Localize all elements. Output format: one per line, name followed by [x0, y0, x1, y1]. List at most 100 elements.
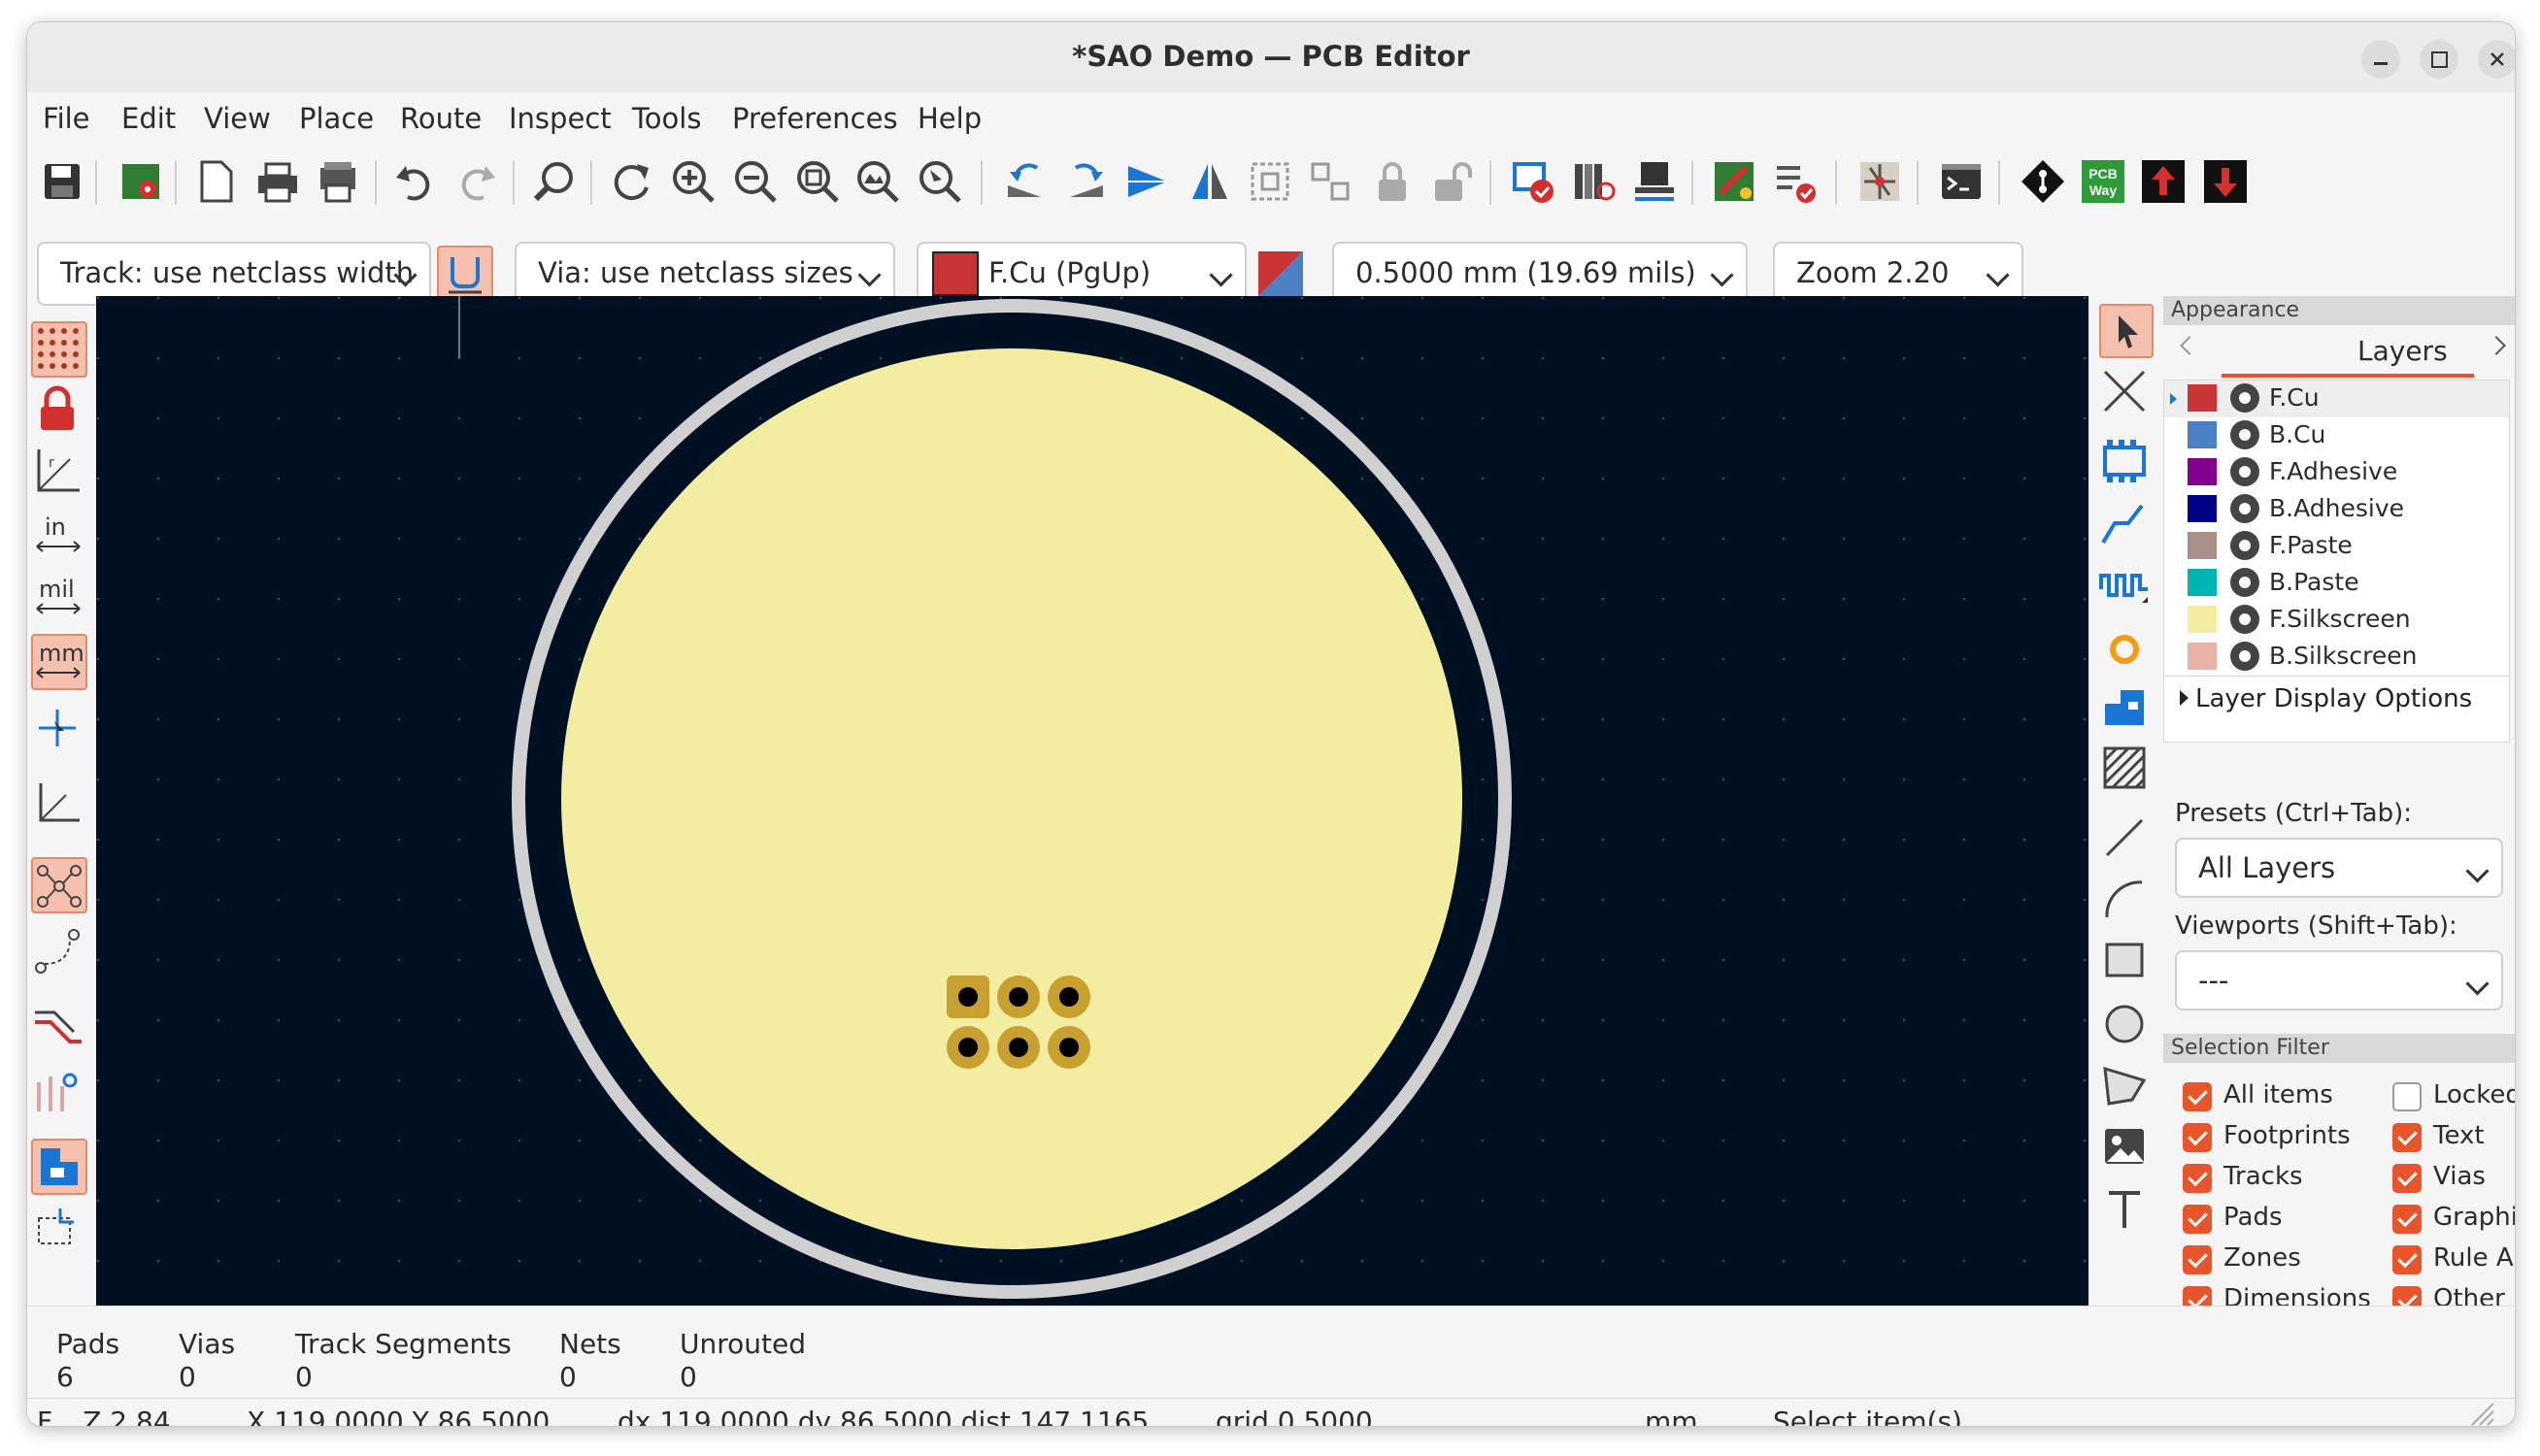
local-ratsnest-button[interactable]	[2099, 366, 2154, 420]
eye-icon[interactable]	[2230, 605, 2259, 634]
add-rule-area-button[interactable]	[2099, 743, 2154, 797]
auto-track-width-button[interactable]	[437, 246, 493, 302]
route-track-button[interactable]	[2099, 500, 2154, 554]
select-tool-button[interactable]	[2099, 304, 2154, 358]
menu-file[interactable]: File	[43, 102, 90, 135]
ungroup-icon[interactable]	[1307, 158, 1354, 205]
layer-color-swatch[interactable]	[2188, 606, 2217, 633]
cursor-shape-button[interactable]	[31, 702, 87, 758]
add-via-button[interactable]	[2099, 624, 2154, 678]
upload-icon[interactable]	[2140, 158, 2187, 205]
tab-prev-button[interactable]	[2180, 336, 2199, 355]
checkbox[interactable]	[2183, 1245, 2212, 1274]
zoom-objects-icon[interactable]	[854, 158, 901, 205]
draw-rectangle-button[interactable]	[2099, 935, 2154, 989]
zone-display-button[interactable]	[31, 1139, 87, 1195]
units-inch-button[interactable]: in	[31, 508, 87, 564]
footprint-editor-icon[interactable]	[1631, 158, 1678, 205]
new-page-icon[interactable]	[192, 158, 239, 205]
viewports-select[interactable]: ---	[2175, 950, 2503, 1010]
layer-row-bpaste[interactable]: B.Paste	[2164, 565, 2509, 602]
eye-icon[interactable]	[2230, 642, 2259, 671]
group-icon[interactable]	[1247, 158, 1293, 205]
menu-preferences[interactable]: Preferences	[732, 102, 898, 135]
layer-color-swatch[interactable]	[2188, 384, 2217, 412]
zone-outline-button[interactable]	[31, 1203, 87, 1259]
units-mm-button[interactable]: mm	[31, 634, 87, 690]
save-icon[interactable]	[39, 158, 85, 205]
checkbox[interactable]	[2392, 1245, 2422, 1274]
flip-board-icon[interactable]	[1124, 158, 1171, 205]
plot-icon[interactable]	[315, 158, 361, 205]
close-button[interactable]	[2478, 40, 2515, 79]
refresh-icon[interactable]	[608, 158, 654, 205]
rotate-cw-icon[interactable]	[1064, 158, 1111, 205]
minimize-button[interactable]	[2361, 40, 2400, 79]
menu-route[interactable]: Route	[400, 102, 482, 135]
layer-color-swatch[interactable]	[2188, 495, 2217, 522]
local-coords-button[interactable]	[31, 778, 87, 834]
print-icon[interactable]	[254, 158, 301, 205]
checklist-icon[interactable]	[1773, 158, 1820, 205]
download-icon[interactable]	[2202, 158, 2249, 205]
layer-color-swatch[interactable]	[2188, 458, 2217, 485]
find-icon[interactable]	[530, 158, 577, 205]
tab-layers[interactable]: Layers	[2357, 335, 2448, 367]
board-setup-icon[interactable]	[118, 158, 165, 205]
eye-icon[interactable]	[2230, 494, 2259, 523]
checkbox[interactable]	[2392, 1123, 2422, 1152]
layer-row-fcu[interactable]: F.Cu	[2164, 381, 2509, 417]
polar-coords-button[interactable]: r	[31, 446, 87, 502]
checkbox[interactable]	[2392, 1205, 2422, 1234]
grid-toggle-button[interactable]	[31, 321, 87, 378]
layer-color-swatch[interactable]	[2188, 532, 2217, 559]
layer-pair-icon[interactable]	[1256, 249, 1305, 298]
menu-view[interactable]: View	[204, 102, 271, 135]
add-text-button[interactable]	[2099, 1183, 2154, 1238]
update-pcb-icon[interactable]	[1711, 158, 1757, 205]
draw-line-button[interactable]	[2099, 812, 2154, 867]
tab-next-button[interactable]	[2487, 336, 2506, 355]
layer-row-badhesive[interactable]: B.Adhesive	[2164, 491, 2509, 528]
layer-row-bcu[interactable]: B.Cu	[2164, 417, 2509, 454]
mirror-icon[interactable]	[1186, 158, 1233, 205]
draw-circle-button[interactable]	[2099, 999, 2154, 1053]
layer-row-fadhesive[interactable]: F.Adhesive	[2164, 454, 2509, 491]
pcb-canvas[interactable]	[96, 296, 2089, 1306]
menu-inspect[interactable]: Inspect	[509, 102, 612, 135]
menu-edit[interactable]: Edit	[121, 102, 176, 135]
menu-help[interactable]: Help	[918, 102, 982, 135]
layer-color-swatch[interactable]	[2188, 569, 2217, 596]
layer-color-swatch[interactable]	[2188, 421, 2217, 448]
zoom-in-icon[interactable]	[670, 158, 717, 205]
track-outline-button[interactable]	[31, 1003, 87, 1059]
redo-icon[interactable]	[452, 158, 499, 205]
checkbox[interactable]	[2183, 1123, 2212, 1152]
unlock-icon[interactable]	[1429, 158, 1476, 205]
menu-place[interactable]: Place	[299, 102, 374, 135]
rotate-ccw-icon[interactable]	[1002, 158, 1049, 205]
eye-icon[interactable]	[2230, 531, 2259, 560]
checkbox[interactable]	[2183, 1082, 2212, 1111]
eye-icon[interactable]	[2230, 457, 2259, 486]
eye-icon[interactable]	[2230, 383, 2259, 413]
resize-grip-icon[interactable]	[2468, 1400, 2495, 1427]
layer-row-fsilkscreen[interactable]: F.Silkscreen	[2164, 602, 2509, 639]
checkbox[interactable]	[2183, 1164, 2212, 1193]
eye-icon[interactable]	[2230, 568, 2259, 597]
footprint-browser-icon[interactable]	[1571, 158, 1618, 205]
menu-tools[interactable]: Tools	[632, 102, 701, 135]
scripting-console-icon[interactable]	[1938, 158, 1985, 205]
tune-length-button[interactable]	[2099, 560, 2154, 614]
add-image-button[interactable]	[2099, 1121, 2154, 1175]
checkbox[interactable]	[2183, 1205, 2212, 1234]
curved-ratsnest-button[interactable]	[31, 925, 87, 981]
checkbox[interactable]	[2392, 1164, 2422, 1193]
presets-select[interactable]: All Layers	[2175, 838, 2503, 898]
zoom-fit-icon[interactable]	[794, 158, 841, 205]
draw-arc-button[interactable]	[2099, 875, 2154, 929]
grid-lock-button[interactable]	[31, 383, 87, 440]
draw-polygon-button[interactable]	[2099, 1059, 2154, 1113]
place-footprint-button[interactable]	[2099, 436, 2154, 490]
drc-icon[interactable]	[1509, 158, 1555, 205]
